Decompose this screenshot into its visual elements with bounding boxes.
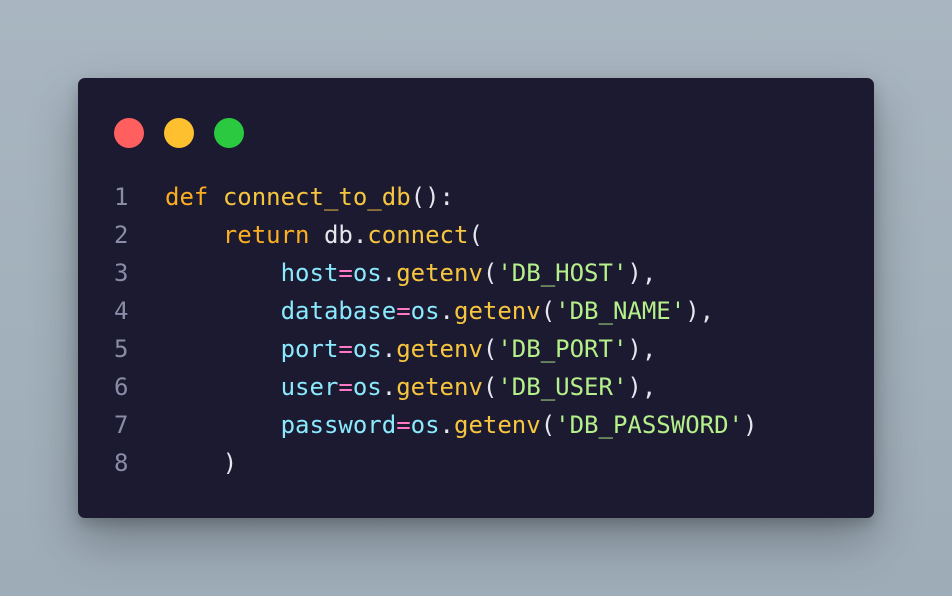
maximize-dot-icon[interactable] xyxy=(214,118,244,148)
code-token-punct: ) xyxy=(222,449,238,477)
code-token-param: port xyxy=(280,335,339,363)
code-line: 7 password=os.getenv('DB_PASSWORD') xyxy=(78,406,874,444)
code-line: 5 port=os.getenv('DB_PORT'), xyxy=(78,330,874,368)
code-token-param: os xyxy=(352,259,382,287)
code-token-punct: ), xyxy=(685,297,715,325)
code-token-punct: . xyxy=(381,335,397,363)
code-token-param: host xyxy=(280,259,339,287)
code-line: 2 return db.connect( xyxy=(78,216,874,254)
code-token-string: 'DB_HOST' xyxy=(497,259,628,287)
code-token-function: getenv xyxy=(396,373,483,401)
code-token-function: getenv xyxy=(396,259,483,287)
code-token-operator: = xyxy=(396,297,411,325)
code-token-param: os xyxy=(352,335,382,363)
line-number: 7 xyxy=(114,411,129,439)
code-token-punct: ( xyxy=(540,297,556,325)
code-token-string: 'DB_PORT' xyxy=(497,335,628,363)
code-token-punct xyxy=(208,183,222,211)
code-token-punct xyxy=(165,259,281,287)
line-number: 3 xyxy=(114,259,129,287)
line-code: port=os.getenv('DB_PORT'), xyxy=(165,330,657,368)
line-number: 5 xyxy=(114,335,129,363)
code-token-punct: ( xyxy=(482,373,498,401)
code-token-punct: . xyxy=(439,297,454,325)
code-token-punct: ), xyxy=(627,335,657,363)
code-token-param: os xyxy=(352,373,382,401)
code-token-operator: = xyxy=(338,335,353,363)
code-token-punct: ( xyxy=(468,221,483,249)
line-code: database=os.getenv('DB_NAME'), xyxy=(165,292,715,330)
code-token-punct: ( xyxy=(482,259,498,287)
code-token-keyword: def xyxy=(165,183,209,211)
line-code: ) xyxy=(165,444,237,482)
code-token-punct xyxy=(165,297,281,325)
line-number: 4 xyxy=(114,297,129,325)
code-line: 6 user=os.getenv('DB_USER'), xyxy=(78,368,874,406)
code-token-punct: . xyxy=(439,411,454,439)
code-token-operator: = xyxy=(338,259,353,287)
code-line: 3 host=os.getenv('DB_HOST'), xyxy=(78,254,874,292)
code-token-keyword: return xyxy=(222,221,310,249)
line-number: 1 xyxy=(114,183,129,211)
code-token-param: user xyxy=(280,373,339,401)
code-token-punct: . xyxy=(381,373,397,401)
code-token-string: 'DB_NAME' xyxy=(555,297,686,325)
line-code: password=os.getenv('DB_PASSWORD') xyxy=(165,406,758,444)
code-token-function: getenv xyxy=(396,335,483,363)
code-token-punct: ) xyxy=(743,411,758,439)
code-token-param: password xyxy=(280,411,397,439)
code-line: 1 def connect_to_db(): xyxy=(78,178,874,216)
code-token-operator: = xyxy=(338,373,353,401)
line-code: user=os.getenv('DB_USER'), xyxy=(165,368,657,406)
code-token-param: database xyxy=(280,297,397,325)
code-token-function: getenv xyxy=(454,411,541,439)
code-line: 4 database=os.getenv('DB_NAME'), xyxy=(78,292,874,330)
code-token-function: connect xyxy=(367,221,469,249)
line-number: 8 xyxy=(114,449,129,477)
code-line: 8 ) xyxy=(78,444,874,482)
code-token-punct: ( xyxy=(540,411,556,439)
code-token-punct xyxy=(165,335,281,363)
code-token-punct xyxy=(165,373,281,401)
code-window: 1 def connect_to_db(): 2 return db.connect… xyxy=(78,78,874,518)
code-token-punct: ), xyxy=(627,259,657,287)
line-code: host=os.getenv('DB_HOST'), xyxy=(165,254,657,292)
code-token-punct xyxy=(165,221,223,249)
code-token-string: 'DB_PASSWORD' xyxy=(555,411,743,439)
code-token-param: os xyxy=(410,297,440,325)
minimize-dot-icon[interactable] xyxy=(164,118,194,148)
code-token-punct: ), xyxy=(627,373,657,401)
line-code: def connect_to_db(): xyxy=(165,178,454,216)
code-token-param: os xyxy=(410,411,440,439)
line-number: 6 xyxy=(114,373,129,401)
code-token-punct xyxy=(165,411,281,439)
code-token-punct: (): xyxy=(410,183,455,211)
line-code: return db.connect( xyxy=(165,216,483,254)
code-token-punct: db. xyxy=(309,221,368,249)
code-token-punct: . xyxy=(381,259,397,287)
code-token-function: connect_to_db xyxy=(222,183,411,211)
code-token-function: getenv xyxy=(454,297,541,325)
code-block: 1 def connect_to_db(): 2 return db.connect… xyxy=(78,178,874,482)
code-token-punct xyxy=(165,449,223,477)
code-token-punct: ( xyxy=(482,335,498,363)
close-dot-icon[interactable] xyxy=(114,118,144,148)
code-token-operator: = xyxy=(396,411,411,439)
code-token-string: 'DB_USER' xyxy=(497,373,628,401)
line-number: 2 xyxy=(114,221,129,249)
